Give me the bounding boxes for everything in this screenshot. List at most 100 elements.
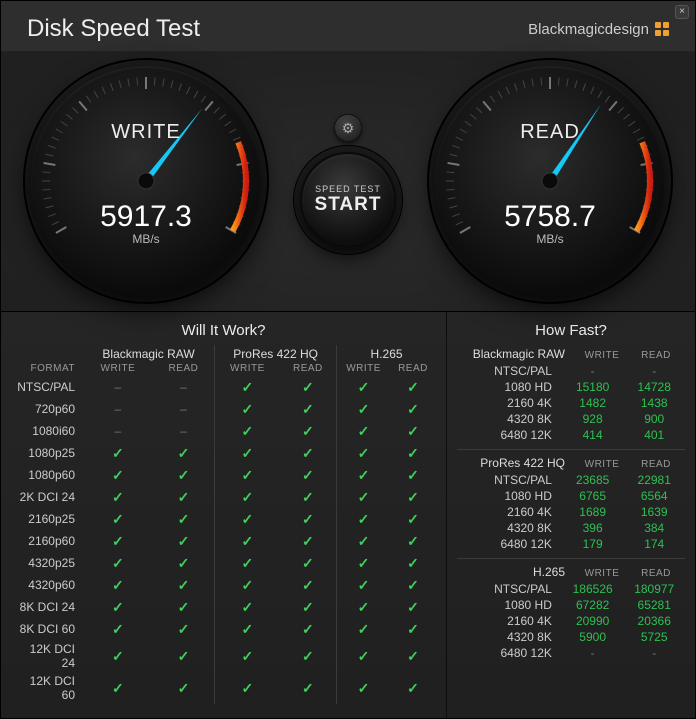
result-cell: ✓ — [390, 552, 436, 574]
read-value: 900 — [623, 411, 685, 427]
group-name: H.265 — [459, 565, 575, 579]
format-label: NTSC/PAL — [11, 376, 83, 398]
check-icon: ✓ — [302, 648, 314, 664]
result-cell: ✓ — [215, 508, 280, 530]
start-button[interactable]: SPEED TEST START — [300, 152, 396, 248]
result-cell: ✓ — [153, 486, 215, 508]
result-cell: ✓ — [390, 596, 436, 618]
read-value: 65281 — [623, 597, 685, 613]
table-row: 1080 HD67656564 — [457, 488, 685, 504]
read-value: 384 — [623, 520, 685, 536]
write-gauge-value: 5917.3 MB/s — [31, 200, 261, 246]
result-cell: ✓ — [153, 442, 215, 464]
results-tables: Will It Work? Blackmagic RAWProRes 422 H… — [1, 311, 695, 718]
check-icon: ✓ — [407, 445, 419, 461]
check-icon: ✓ — [178, 577, 190, 593]
result-cell: ✓ — [390, 464, 436, 486]
check-icon: ✓ — [302, 555, 314, 571]
resolution-label: 6480 12K — [457, 427, 562, 443]
result-cell: ✓ — [337, 398, 390, 420]
write-gauge-label: WRITE — [31, 121, 261, 144]
format-label: 1080p25 — [11, 442, 83, 464]
check-icon: ✓ — [302, 680, 314, 696]
check-icon: ✓ — [407, 379, 419, 395]
result-cell: ✓ — [215, 672, 280, 704]
read-col-header: READ — [629, 459, 683, 470]
check-icon: ✓ — [358, 555, 370, 571]
resolution-label: 2160 4K — [457, 504, 562, 520]
result-cell: ✓ — [337, 376, 390, 398]
result-cell: ✓ — [390, 442, 436, 464]
read-value: 14728 — [623, 379, 685, 395]
result-cell: ✓ — [337, 672, 390, 704]
result-cell: ✓ — [153, 530, 215, 552]
result-cell: ✓ — [390, 398, 436, 420]
write-speed-unit: MB/s — [31, 232, 261, 246]
close-button[interactable]: × — [675, 5, 689, 19]
app-window: × Disk Speed Test Blackmagicdesign WRITE… — [0, 0, 696, 719]
dash-icon: – — [180, 402, 187, 416]
check-icon: ✓ — [407, 467, 419, 483]
result-cell: ✓ — [390, 376, 436, 398]
write-value: 20990 — [562, 613, 624, 629]
result-cell: ✓ — [337, 596, 390, 618]
gauge-area: WRITE 5917.3 MB/s ⚙ SPEED TEST START REA… — [1, 51, 695, 311]
check-icon: ✓ — [112, 533, 124, 549]
check-icon: ✓ — [302, 599, 314, 615]
gear-icon: ⚙ — [342, 120, 355, 137]
center-controls: ⚙ SPEED TEST START — [300, 114, 396, 248]
check-icon: ✓ — [407, 577, 419, 593]
write-gauge: WRITE 5917.3 MB/s — [31, 66, 261, 296]
settings-button[interactable]: ⚙ — [334, 114, 362, 142]
read-gauge-value: 5758.7 MB/s — [435, 200, 665, 246]
result-cell: ✓ — [280, 442, 337, 464]
result-cell: ✓ — [390, 530, 436, 552]
group-name: Blackmagic RAW — [459, 347, 575, 361]
format-label: 12K DCI 60 — [11, 672, 83, 704]
result-cell: ✓ — [280, 486, 337, 508]
check-icon: ✓ — [178, 599, 190, 615]
check-icon: ✓ — [112, 555, 124, 571]
write-value: 1482 — [562, 395, 624, 411]
check-icon: ✓ — [302, 445, 314, 461]
result-cell: ✓ — [337, 618, 390, 640]
result-cell: ✓ — [337, 508, 390, 530]
table-row: 2160p60✓✓✓✓✓✓ — [11, 530, 436, 552]
check-icon: ✓ — [302, 577, 314, 593]
check-icon: ✓ — [242, 489, 254, 505]
check-icon: ✓ — [112, 445, 124, 461]
format-label: 4320p25 — [11, 552, 83, 574]
read-value: 6564 — [623, 488, 685, 504]
brand-logo: Blackmagicdesign — [528, 21, 669, 38]
write-col-header: WRITE — [575, 459, 629, 470]
write-value: 928 — [562, 411, 624, 427]
result-cell: ✓ — [390, 508, 436, 530]
result-cell: ✓ — [390, 618, 436, 640]
result-cell: ✓ — [390, 574, 436, 596]
result-cell: ✓ — [153, 640, 215, 672]
format-label: 720p60 — [11, 398, 83, 420]
resolution-label: 1080 HD — [457, 597, 562, 613]
format-label: 4320p60 — [11, 574, 83, 596]
result-cell: ✓ — [215, 640, 280, 672]
table-row: 2K DCI 24✓✓✓✓✓✓ — [11, 486, 436, 508]
check-icon: ✓ — [112, 680, 124, 696]
result-cell: ✓ — [280, 530, 337, 552]
write-value: 15180 — [562, 379, 624, 395]
result-cell: ✓ — [215, 574, 280, 596]
format-label: 12K DCI 24 — [11, 640, 83, 672]
read-col-header: READ — [629, 568, 683, 579]
result-cell: ✓ — [83, 552, 153, 574]
check-icon: ✓ — [407, 599, 419, 615]
format-label: 1080p60 — [11, 464, 83, 486]
write-value: 179 — [562, 536, 624, 552]
check-icon: ✓ — [178, 555, 190, 571]
group-name: ProRes 422 HQ — [459, 456, 575, 470]
check-icon: ✓ — [407, 648, 419, 664]
dash-icon: – — [180, 380, 187, 394]
result-cell: ✓ — [153, 464, 215, 486]
check-icon: ✓ — [358, 401, 370, 417]
result-cell: ✓ — [215, 442, 280, 464]
write-value: 67282 — [562, 597, 624, 613]
check-icon: ✓ — [242, 423, 254, 439]
